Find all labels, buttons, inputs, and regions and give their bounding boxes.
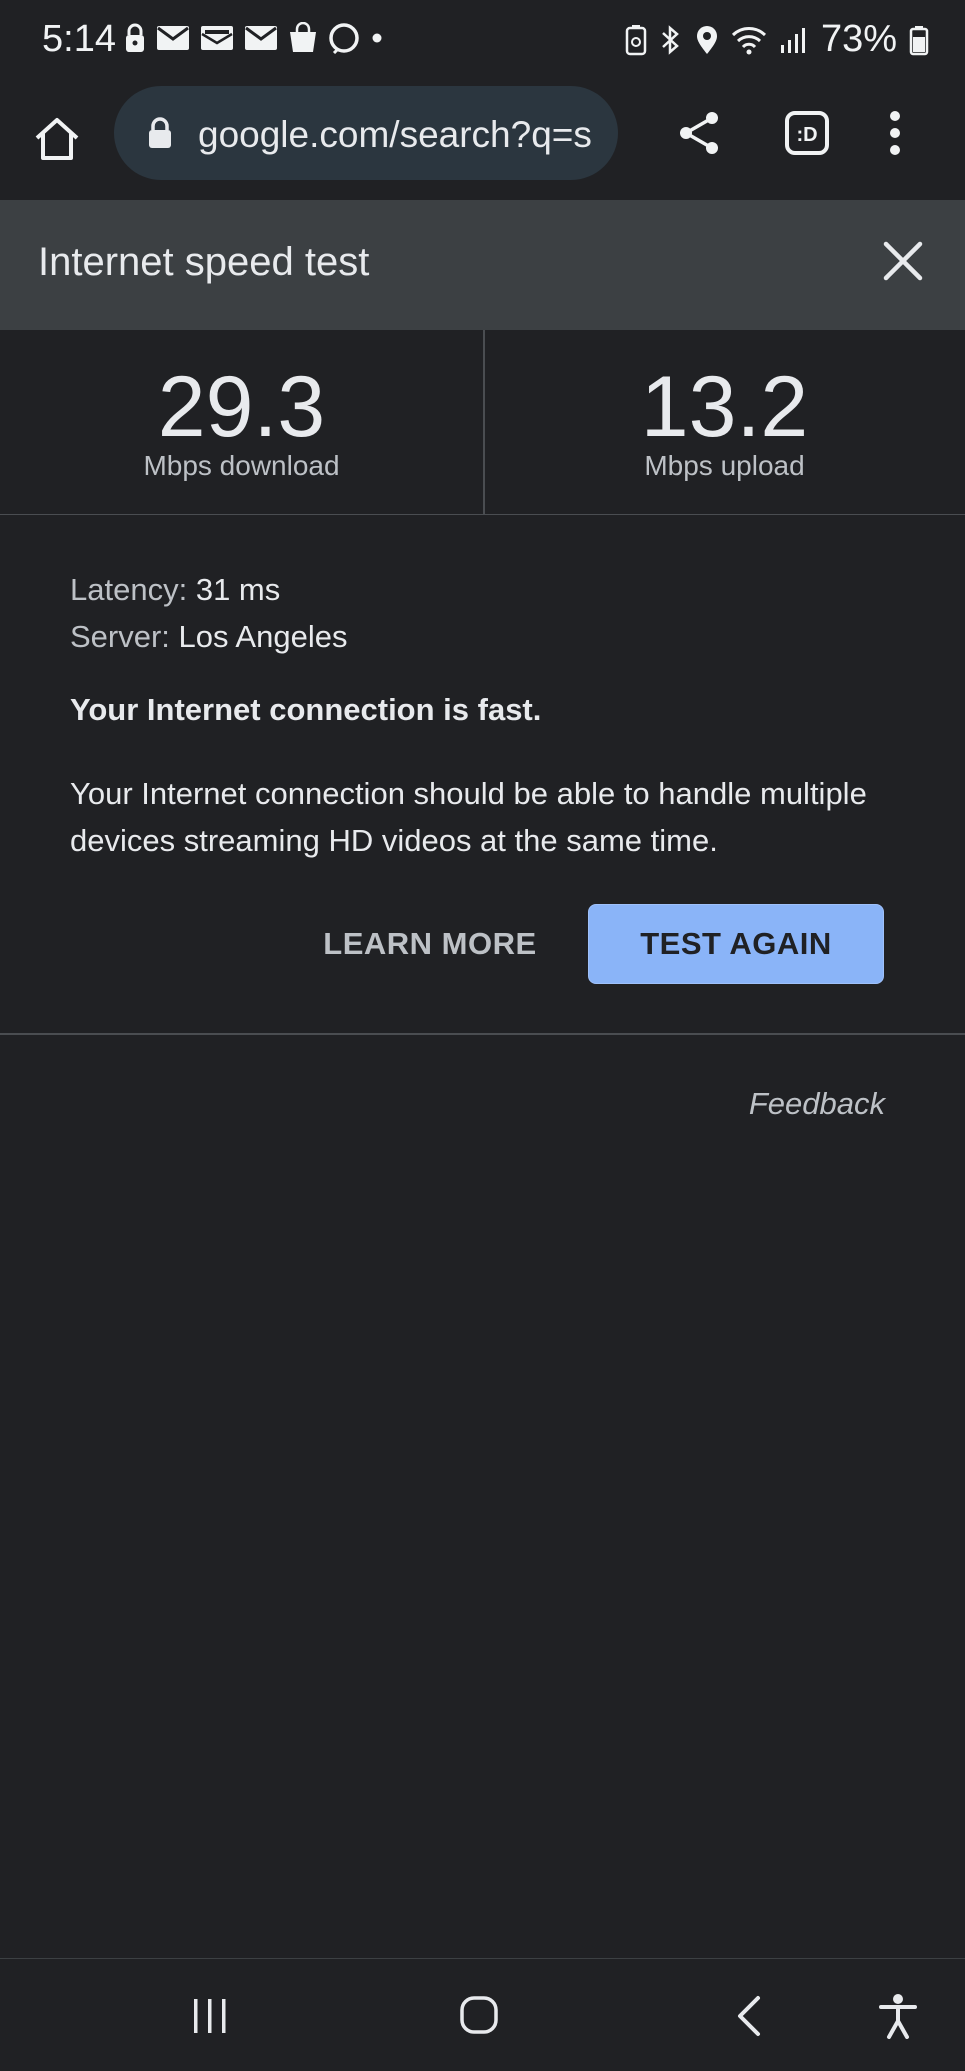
- back-icon: [738, 1996, 760, 2036]
- connection-details: Latency: 31 ms Server: Los Angeles: [70, 566, 910, 660]
- battery-icon: [909, 24, 929, 56]
- signal-icon: [779, 25, 809, 55]
- test-again-button[interactable]: TEST AGAIN: [588, 904, 884, 984]
- home-nav-icon: [460, 1996, 498, 2034]
- tab-switcher-icon: :D: [785, 111, 829, 155]
- notification-icons: [124, 22, 384, 54]
- bluetooth-icon: [659, 24, 683, 56]
- lock-notification-icon: [124, 22, 146, 54]
- verdict-heading: Your Internet connection is fast.: [70, 692, 542, 727]
- location-icon: [695, 24, 719, 56]
- close-button[interactable]: [882, 240, 924, 282]
- tab-switcher-button[interactable]: :D: [784, 110, 830, 156]
- server-key: Server:: [70, 619, 170, 654]
- alexa-icon: [328, 22, 360, 54]
- wifi-icon: [731, 25, 767, 55]
- home-button[interactable]: [28, 110, 86, 168]
- download-label: Mbps download: [143, 450, 340, 481]
- server-value: Los Angeles: [178, 619, 348, 654]
- recents-icon: [194, 1999, 226, 2033]
- divider: [0, 1033, 965, 1035]
- browser-toolbar: google.com/search?q=s :D: [0, 84, 965, 198]
- url-text: google.com/search?q=s: [198, 114, 592, 155]
- speed-metrics: 29.3 Mbps download 13.2 Mbps upload: [0, 330, 965, 515]
- mail-icon: [156, 24, 190, 52]
- more-vert-icon: [890, 111, 900, 155]
- upload-metric: 13.2 Mbps upload: [483, 330, 965, 514]
- shopping-bag-icon: [288, 22, 318, 54]
- share-icon: [680, 112, 718, 154]
- mail-icon: [244, 24, 278, 52]
- more-options-button[interactable]: [880, 110, 910, 156]
- speed-test-title: Internet speed test: [38, 240, 370, 284]
- lock-icon: [146, 116, 174, 150]
- learn-more-button[interactable]: LEARN MORE: [312, 904, 548, 984]
- download-value: 29.3: [157, 359, 326, 455]
- download-metric: 29.3 Mbps download: [0, 330, 483, 514]
- status-bar: 5:14 73%: [0, 0, 965, 84]
- latency-line: Latency: 31 ms: [70, 566, 910, 613]
- close-icon: [883, 241, 923, 281]
- battery-saver-icon: [625, 24, 647, 56]
- speed-test-header: Internet speed test: [0, 200, 965, 330]
- home-icon: [35, 118, 79, 160]
- feedback-link[interactable]: Feedback: [749, 1086, 885, 1122]
- latency-key: Latency:: [70, 572, 188, 607]
- tab-switcher-label: :D: [796, 124, 817, 146]
- accessibility-icon: [879, 1994, 917, 2039]
- address-bar[interactable]: google.com/search?q=s: [114, 86, 618, 180]
- nav-home-button[interactable]: [459, 1995, 499, 2035]
- status-time: 5:14: [42, 18, 116, 60]
- verdict-description: Your Internet connection should be able …: [70, 776, 867, 858]
- upload-label: Mbps upload: [644, 450, 805, 481]
- recents-button[interactable]: [190, 1997, 230, 2035]
- back-button[interactable]: [734, 1995, 764, 2037]
- system-navigation-bar: [0, 1958, 965, 2071]
- battery-percent: 73%: [820, 18, 897, 60]
- mail-open-icon: [200, 24, 234, 52]
- share-button[interactable]: [676, 110, 722, 156]
- accessibility-button[interactable]: [878, 1993, 918, 2039]
- system-status-icons: 73%: [625, 18, 929, 61]
- upload-value: 13.2: [640, 359, 809, 455]
- dot-icon: [370, 31, 384, 45]
- latency-value: 31 ms: [195, 572, 281, 607]
- server-line: Server: Los Angeles: [70, 613, 910, 660]
